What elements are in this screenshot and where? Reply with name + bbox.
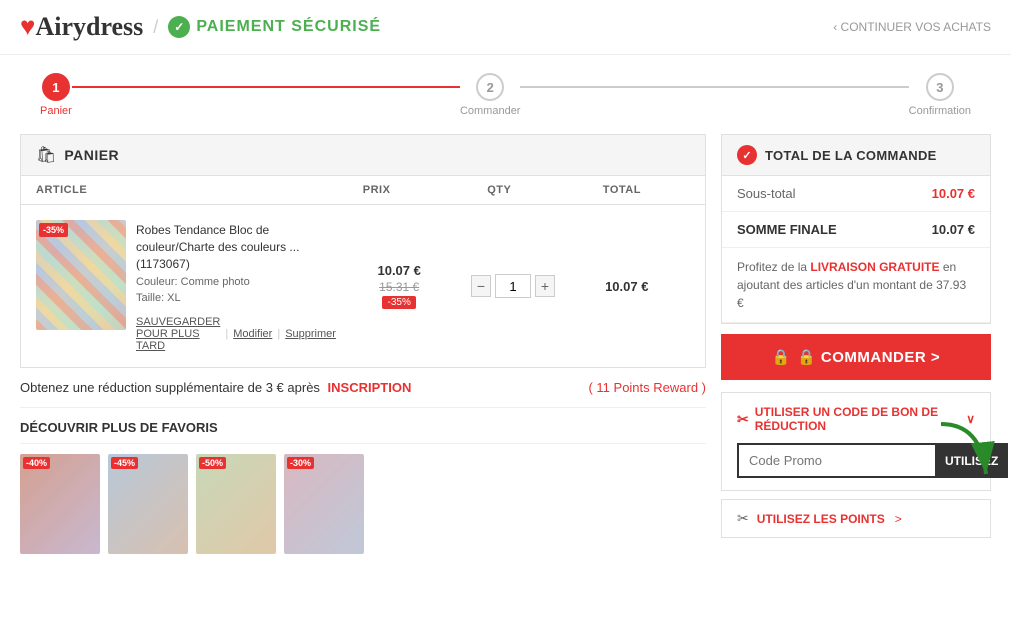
reward-points: ( 11 Points Reward )	[588, 380, 706, 395]
step-1-label: Panier	[40, 105, 72, 117]
separator-2: |	[277, 328, 280, 340]
discover-badge-1: -40%	[23, 457, 50, 469]
item-discount-badge: -35%	[39, 223, 68, 237]
reward-bar: Obtenez une réduction supplémentaire de …	[20, 368, 706, 408]
cart-panel-header: 🛍 PANIER	[20, 134, 706, 176]
points-label: UTILISEZ LES POINTS	[757, 512, 885, 526]
cart-item: -35% Robes Tendance Bloc de couleur/Char…	[21, 205, 705, 367]
col-total: TOTAL	[554, 184, 690, 196]
qty-input[interactable]	[495, 274, 531, 298]
inscription-link[interactable]: INSCRIPTION	[328, 380, 412, 395]
order-summary-header: ✓ TOTAL DE LA COMMANDE	[722, 135, 990, 176]
item-price-col: 10.07 € 15.31 € -35%	[336, 263, 462, 309]
item-total-col: 10.07 €	[564, 279, 690, 294]
progress-steps: 1 Panier 2 Commander 3 Confirmation	[0, 55, 1011, 122]
discover-title: DÉCOUVRIR PLUS DE FAVORIS	[20, 408, 706, 444]
free-shipping-link[interactable]: LIVRAISON GRATUITE	[810, 260, 939, 274]
discover-item-4[interactable]: -30%	[284, 454, 364, 554]
sous-total-row: Sous-total 10.07 €	[722, 176, 990, 212]
discover-badge-4: -30%	[287, 457, 314, 469]
cart-title: PANIER	[64, 147, 119, 163]
points-arrow-icon: >	[895, 512, 902, 526]
secure-badge: ✓ PAIEMENT SÉCURISÉ	[168, 16, 381, 38]
col-qty: QTY	[445, 184, 554, 196]
col-prix: PRIX	[309, 184, 445, 196]
step-3-label: Confirmation	[909, 105, 971, 117]
item-color: Couleur: Comme photo	[136, 276, 336, 288]
item-details: Robes Tendance Bloc de couleur/Charte de…	[136, 220, 336, 352]
item-size: Taille: XL	[136, 292, 336, 304]
order-summary: ✓ TOTAL DE LA COMMANDE Sous-total 10.07 …	[721, 134, 991, 324]
step-1-circle: 1	[42, 73, 70, 101]
right-panel: ✓ TOTAL DE LA COMMANDE Sous-total 10.07 …	[721, 134, 991, 554]
separator-1: |	[225, 328, 228, 340]
lock-icon: 🔒	[772, 348, 791, 366]
discover-section: DÉCOUVRIR PLUS DE FAVORIS -40% -45% -50%…	[20, 408, 706, 554]
step-3-circle: 3	[926, 73, 954, 101]
item-qty-col: − +	[462, 274, 563, 298]
step-3: 3 Confirmation	[909, 73, 971, 117]
step-2-label: Commander	[460, 105, 521, 117]
item-actions: SAUVEGARDER POUR PLUS TARD | Modifier | …	[136, 316, 336, 352]
step-1: 1 Panier	[40, 73, 72, 117]
step-2: 2 Commander	[460, 73, 521, 117]
somme-finale-label: SOMME FINALE	[737, 222, 837, 237]
continue-shopping-link[interactable]: ‹ CONTINUER VOS ACHATS	[833, 20, 991, 34]
bag-icon: 🛍	[36, 145, 56, 165]
save-for-later-link[interactable]: SAUVEGARDER POUR PLUS TARD	[136, 316, 220, 352]
free-shipping-before: Profitez de la	[737, 260, 807, 274]
discover-items-row: -40% -45% -50% -30%	[20, 444, 706, 554]
scissors-icon: ✂	[737, 411, 749, 428]
somme-finale-row: SOMME FINALE 10.07 €	[722, 212, 990, 248]
secure-check-icon: ✓	[168, 16, 190, 38]
commander-label: 🔒 COMMANDER >	[797, 348, 940, 366]
slash-divider: /	[153, 17, 158, 38]
discover-badge-2: -45%	[111, 457, 138, 469]
connector-1-2	[72, 86, 460, 88]
discover-item-3[interactable]: -50%	[196, 454, 276, 554]
header: ♥Airydress / ✓ PAIEMENT SÉCURISÉ ‹ CONTI…	[0, 0, 1011, 55]
secure-text: PAIEMENT SÉCURISÉ	[196, 18, 381, 36]
cart-table: ARTICLE PRIX QTY TOTAL -35% Robes Tendan…	[20, 176, 706, 368]
reward-text-before: Obtenez une réduction supplémentaire de …	[20, 380, 320, 395]
somme-finale-value: 10.07 €	[932, 222, 975, 237]
commander-button[interactable]: 🔒 🔒 COMMANDER >	[721, 334, 991, 380]
qty-decrease-button[interactable]: −	[471, 275, 491, 297]
reward-text: Obtenez une réduction supplémentaire de …	[20, 380, 411, 395]
delete-link[interactable]: Supprimer	[285, 328, 336, 340]
qty-increase-button[interactable]: +	[535, 275, 555, 297]
col-article: ARTICLE	[36, 184, 309, 196]
promo-code-input[interactable]	[737, 443, 935, 478]
connector-2-3	[520, 86, 908, 88]
green-arrow-annotation	[921, 414, 1001, 497]
item-article-col: -35% Robes Tendance Bloc de couleur/Char…	[36, 220, 336, 352]
order-summary-title: TOTAL DE LA COMMANDE	[765, 148, 937, 163]
discover-item-1[interactable]: -40%	[20, 454, 100, 554]
order-check-icon: ✓	[737, 145, 757, 165]
sous-total-label: Sous-total	[737, 186, 796, 201]
free-shipping-text: Profitez de la LIVRAISON GRATUITE en ajo…	[722, 248, 990, 323]
sous-total-value: 10.07 €	[932, 186, 975, 201]
points-scissors-icon: ✂	[737, 510, 749, 527]
header-left: ♥Airydress / ✓ PAIEMENT SÉCURISÉ	[20, 12, 381, 42]
discover-item-2[interactable]: -45%	[108, 454, 188, 554]
modify-link[interactable]: Modifier	[233, 328, 272, 340]
item-current-price: 10.07 €	[377, 263, 420, 278]
main-content: 🛍 PANIER ARTICLE PRIX QTY TOTAL -35%	[0, 122, 1011, 574]
points-section[interactable]: ✂ UTILISEZ LES POINTS >	[721, 499, 991, 538]
logo: ♥Airydress	[20, 12, 143, 42]
step-2-circle: 2	[476, 73, 504, 101]
left-panel: 🛍 PANIER ARTICLE PRIX QTY TOTAL -35%	[20, 134, 706, 554]
item-name: Robes Tendance Bloc de couleur/Charte de…	[136, 222, 336, 272]
discover-badge-3: -50%	[199, 457, 226, 469]
item-image: -35%	[36, 220, 126, 330]
item-discount-tag: -35%	[382, 296, 415, 309]
item-original-price: 15.31 €	[379, 280, 419, 294]
cart-column-headers: ARTICLE PRIX QTY TOTAL	[21, 176, 705, 205]
